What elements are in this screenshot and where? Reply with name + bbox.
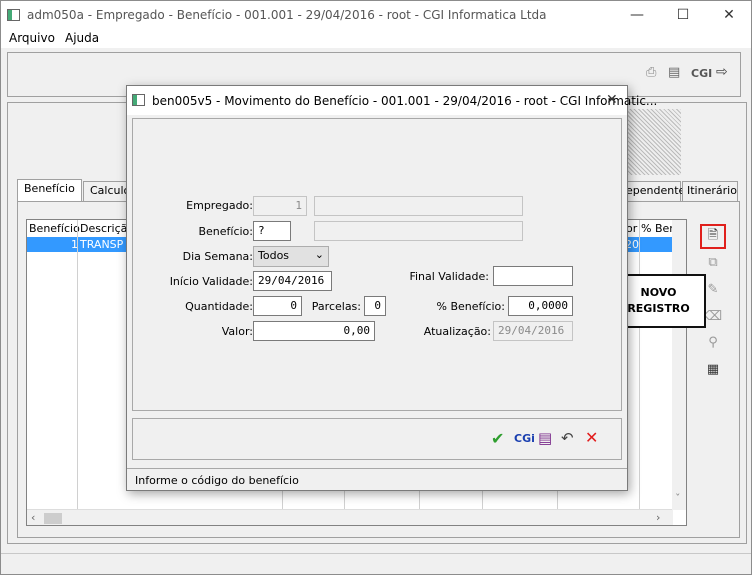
dialog-app-icon — [132, 94, 145, 106]
maximize-button[interactable]: ☐ — [675, 7, 691, 23]
menu-bar: Arquivo Ajuda — [1, 29, 751, 48]
scroll-left-icon[interactable]: ‹ — [31, 511, 35, 524]
label-parcelas: Parcelas: — [311, 300, 361, 313]
inicio-validade-field[interactable]: 29/04/2016 — [253, 271, 332, 291]
dia-semana-value: Todos — [258, 249, 290, 262]
movement-dialog: ben005v5 - Movimento do Benefício - 001.… — [126, 85, 657, 491]
close-button[interactable]: ✕ — [721, 7, 737, 23]
book-icon[interactable]: ▤ — [668, 65, 684, 80]
grid-col-line — [639, 220, 640, 510]
book-icon[interactable]: ▤ — [538, 429, 552, 447]
atualizacao-field: 29/04/2016 — [493, 321, 573, 341]
menu-ajuda[interactable]: Ajuda — [65, 31, 99, 45]
calculator-icon[interactable]: ▦ — [702, 360, 724, 380]
dia-semana-select[interactable]: Todos ⌄ — [253, 246, 329, 267]
scroll-right-icon[interactable]: › — [656, 511, 660, 524]
scroll-thumb[interactable] — [44, 513, 62, 524]
parcelas-field[interactable]: 0 — [364, 296, 386, 316]
empregado-field: 1 — [253, 196, 307, 216]
beneficio-field[interactable]: ? — [253, 221, 291, 241]
cancel-x-icon[interactable]: ✕ — [585, 428, 598, 447]
label-inicio-validade: Início Validade: — [169, 275, 253, 288]
printer-icon[interactable]: ⎙ — [646, 65, 662, 80]
pct-beneficio-field[interactable]: 0,0000 — [508, 296, 573, 316]
undo-icon[interactable]: ↶ — [561, 429, 574, 447]
quantidade-field[interactable]: 0 — [253, 296, 302, 316]
window-title: adm050a - Empregado - Benefício - 001.00… — [27, 8, 547, 22]
dialog-form-panel: Empregado: 1 Benefício: ? Dia Semana: To… — [132, 118, 622, 411]
tab-calculo[interactable]: Calculo — [83, 181, 128, 201]
main-status-bar — [1, 553, 751, 574]
photo-placeholder — [623, 109, 681, 175]
label-empregado: Empregado: — [186, 199, 253, 212]
title-bar: adm050a - Empregado - Benefício - 001.00… — [1, 1, 751, 29]
exit-icon[interactable]: ⇨ — [716, 64, 732, 80]
grid-header-beneficio[interactable]: Benefício — [29, 222, 80, 235]
label-quantidade: Quantidade: — [185, 300, 253, 313]
scroll-down-icon[interactable]: ˇ — [675, 492, 681, 505]
label-dia-semana: Dia Semana: — [182, 250, 253, 263]
menu-arquivo[interactable]: Arquivo — [9, 31, 55, 45]
valor-field[interactable]: 0,00 — [253, 321, 375, 341]
label-beneficio: Benefício: — [198, 225, 253, 238]
main-window: adm050a - Empregado - Benefício - 001.00… — [0, 0, 752, 575]
dialog-close-button[interactable]: ✕ — [606, 92, 618, 108]
label-valor: Valor: — [221, 325, 253, 338]
grid-header-right2[interactable]: % Ben — [641, 222, 676, 235]
confirm-check-icon[interactable]: ✔ — [491, 429, 504, 448]
status-text: Informe o código do benefício — [135, 474, 299, 487]
dialog-title-bar: ben005v5 - Movimento do Benefício - 001.… — [127, 86, 657, 115]
dialog-button-panel: ✔ CGi ▤ ↶ ✕ — [132, 418, 622, 460]
cell-descricao: TRANSP — [80, 238, 124, 251]
label-pct-beneficio: % Benefício: — [436, 300, 505, 313]
search-icon[interactable]: ⚲ — [702, 333, 724, 353]
label-final-validade: Final Validade: — [409, 270, 489, 283]
empregado-name-field — [314, 196, 523, 216]
vertical-scrollbar[interactable]: ˇ — [672, 220, 686, 510]
label-atualizacao: Atualização: — [423, 325, 491, 338]
cgi-icon[interactable]: CGI — [691, 67, 712, 80]
tab-beneficio[interactable]: Benefício — [17, 179, 82, 202]
minimize-button[interactable]: — — [629, 7, 645, 23]
beneficio-desc-field — [314, 221, 523, 241]
dialog-title: ben005v5 - Movimento do Benefício - 001.… — [152, 94, 658, 108]
dialog-status-bar: Informe o código do benefício — [127, 468, 627, 490]
grid-col-line — [77, 220, 78, 510]
new-record-icon[interactable]: 🗎 — [702, 226, 724, 246]
horizontal-scrollbar[interactable]: ‹ › — [27, 509, 673, 525]
app-icon — [7, 9, 20, 21]
cgi-button[interactable]: CGi — [514, 432, 535, 445]
grid-header-descricao[interactable]: Descriçã — [80, 222, 127, 235]
copy-icon[interactable]: ⧉ — [702, 253, 724, 273]
tab-dependente[interactable]: ependente — [621, 181, 685, 201]
chevron-down-icon: ⌄ — [314, 248, 324, 261]
final-validade-field[interactable] — [493, 266, 573, 286]
tab-itinerario[interactable]: Itinerário — [682, 181, 738, 201]
